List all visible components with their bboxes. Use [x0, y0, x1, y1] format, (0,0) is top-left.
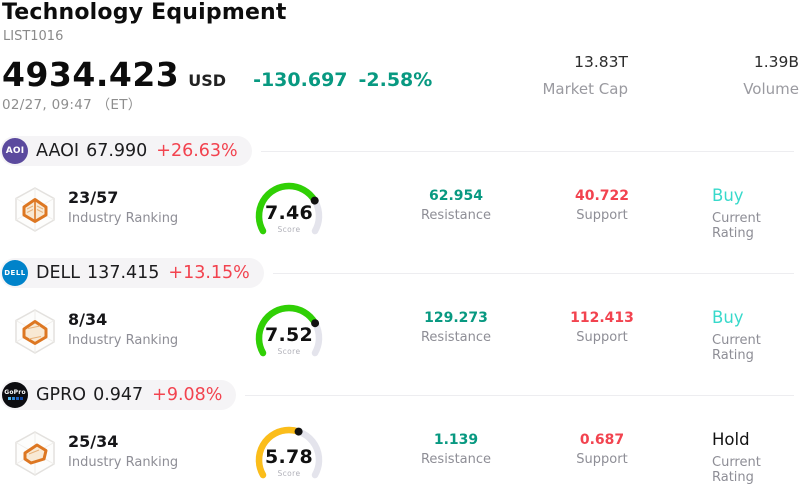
- volume-label: Volume: [743, 80, 799, 98]
- dell-logo-icon: DELL: [2, 260, 28, 286]
- support-column: 0.687 Support: [544, 432, 660, 467]
- ranking-value: 23/57: [68, 188, 119, 207]
- score-value: 7.52: [264, 324, 314, 346]
- score-value: 7.46: [264, 202, 314, 224]
- ticker-price: 67.990: [86, 141, 148, 161]
- row-head: DELL DELL 137.415 +13.15%: [0, 258, 800, 288]
- ticker-symbol: AAOI: [36, 141, 80, 161]
- resistance-column: 62.954 Resistance: [396, 188, 516, 223]
- row-head: GoPro GPRO 0.947 +9.08%: [0, 380, 800, 410]
- support-value: 0.687: [579, 432, 625, 448]
- industry-ranking: 23/57 Industry Ranking: [68, 188, 178, 226]
- support-value: 40.722: [574, 188, 630, 204]
- index-change: -130.697 -2.58%: [253, 69, 432, 91]
- list-id: LIST1016: [3, 29, 64, 44]
- ranking-value: 8/34: [68, 310, 108, 329]
- support-label: Support: [576, 330, 628, 345]
- support-label: Support: [576, 208, 628, 223]
- rating-column: Buy Current Rating: [712, 308, 798, 363]
- ticker-price: 0.947: [93, 385, 144, 405]
- rating-value: Buy: [712, 186, 744, 205]
- score-gauge: 7.46 Score: [245, 180, 333, 238]
- support-value: 112.413: [570, 310, 634, 326]
- score-label: Score: [277, 469, 301, 478]
- divider: [272, 272, 794, 274]
- row-body: 23/57 Industry Ranking 7.46 Score 62.954…: [0, 182, 800, 258]
- ranking-label: Industry Ranking: [68, 455, 179, 470]
- industry-ranking-icon: [11, 430, 59, 477]
- ticker-price: 137.415: [87, 263, 160, 283]
- page-title: Technology Equipment: [2, 0, 287, 25]
- industry-ranking-icon: [11, 186, 59, 233]
- currency-label: USD: [188, 71, 227, 90]
- rating-column: Hold Current Rating: [712, 430, 798, 485]
- gopro-squares: [7, 397, 23, 401]
- volume-value: 1.39B: [753, 53, 799, 71]
- gopro-logo-icon: GoPro: [2, 382, 28, 408]
- market-cap-label: Market Cap: [542, 80, 628, 98]
- support-column: 40.722 Support: [544, 188, 660, 223]
- change-absolute: -130.697: [253, 69, 348, 91]
- rating-value: Buy: [712, 308, 744, 327]
- stock-list-screen: Technology Equipment LIST1016 4934.423 U…: [0, 0, 800, 488]
- score-value: 5.78: [264, 446, 314, 468]
- index-price: 4934.423: [2, 55, 180, 94]
- ranking-value: 25/34: [68, 432, 119, 451]
- rating-column: Buy Current Rating: [712, 186, 798, 241]
- industry-ranking: 25/34 Industry Ranking: [68, 432, 178, 470]
- change-percent: -2.58%: [358, 69, 433, 91]
- resistance-value: 1.139: [433, 432, 479, 448]
- row-head: AOI AAOI 67.990 +26.63%: [0, 136, 800, 166]
- score-label: Score: [277, 225, 301, 234]
- resistance-label: Resistance: [420, 208, 492, 223]
- ranking-label: Industry Ranking: [68, 211, 179, 226]
- ranking-label: Industry Ranking: [68, 333, 179, 348]
- score-gauge: 7.52 Score: [245, 302, 333, 360]
- resistance-label: Resistance: [420, 452, 492, 467]
- market-cap-value: 13.83T: [574, 53, 628, 71]
- industry-ranking-icon: [11, 308, 59, 355]
- resistance-value: 62.954: [428, 188, 484, 204]
- rating-label: Current Rating: [712, 455, 761, 485]
- ticker-pill-dell[interactable]: DELL DELL 137.415 +13.15%: [0, 258, 264, 288]
- resistance-column: 129.273 Resistance: [396, 310, 516, 345]
- ticker-change: +26.63%: [156, 141, 238, 161]
- market-cap-stat: 13.83T Market Cap: [542, 53, 628, 98]
- score-gauge: 5.78 Score: [245, 424, 333, 482]
- rating-label: Current Rating: [712, 211, 761, 241]
- ticker-pill-gpro[interactable]: GoPro GPRO 0.947 +9.08%: [0, 380, 237, 410]
- ticker-symbol: GPRO: [36, 385, 87, 405]
- industry-ranking: 8/34 Industry Ranking: [68, 310, 178, 348]
- resistance-value: 129.273: [424, 310, 488, 326]
- quote-timestamp: 02/27, 09:47 （ET）: [2, 97, 142, 113]
- ticker-symbol: DELL: [36, 263, 81, 283]
- ticker-change: +13.15%: [168, 263, 250, 283]
- divider: [260, 150, 794, 152]
- stock-row-gpro: GoPro GPRO 0.947 +9.08% 25/34 Industry R…: [0, 380, 800, 488]
- resistance-column: 1.139 Resistance: [396, 432, 516, 467]
- ticker-pill-aaoi[interactable]: AOI AAOI 67.990 +26.63%: [0, 136, 252, 166]
- ticker-change: +9.08%: [152, 385, 223, 405]
- aaoi-logo-icon: AOI: [2, 138, 28, 164]
- volume-stat: 1.39B Volume: [743, 53, 799, 98]
- resistance-label: Resistance: [420, 330, 492, 345]
- support-label: Support: [576, 452, 628, 467]
- rating-label: Current Rating: [712, 333, 761, 363]
- score-label: Score: [277, 347, 301, 356]
- stock-row-aaoi: AOI AAOI 67.990 +26.63% 23/57 Industry R…: [0, 136, 800, 258]
- divider: [245, 394, 794, 396]
- stock-row-dell: DELL DELL 137.415 +13.15% 8/34 Industry …: [0, 258, 800, 380]
- support-column: 112.413 Support: [544, 310, 660, 345]
- index-price-line: 4934.423 USD -130.697 -2.58%: [2, 55, 432, 94]
- row-body: 8/34 Industry Ranking 7.52 Score 129.273…: [0, 304, 800, 380]
- rating-value: Hold: [712, 430, 750, 449]
- row-body: 25/34 Industry Ranking 5.78 Score 1.139 …: [0, 426, 800, 488]
